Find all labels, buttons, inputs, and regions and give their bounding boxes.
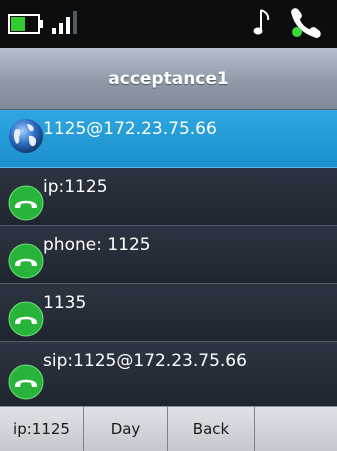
list-item[interactable]: 1135: [0, 284, 337, 342]
status-bar: [0, 0, 337, 48]
list-item[interactable]: phone: 1125: [0, 226, 337, 284]
handset-icon: [291, 8, 321, 38]
page-title: acceptance1: [108, 69, 229, 89]
music-note-icon: [253, 9, 270, 35]
list-item-label: 1135: [43, 293, 87, 313]
battery-icon: [8, 14, 43, 34]
list-item-label: 1125@172.23.75.66: [43, 119, 217, 139]
phone-handset-icon: [8, 185, 44, 221]
list-item-label: ip:1125: [43, 177, 108, 197]
phone-handset-icon: [8, 301, 44, 337]
softkey-bar: ip:1125 Day Back: [0, 406, 337, 451]
list-item[interactable]: 1125@172.23.75.66: [0, 110, 337, 168]
list-item-label: sip:1125@172.23.75.66: [43, 351, 247, 371]
phone-handset-icon: [8, 364, 44, 400]
phone-handset-icon: [8, 243, 44, 279]
softkey-back[interactable]: Back: [168, 407, 255, 451]
signal-icon: [52, 11, 77, 34]
softkey-empty[interactable]: [255, 407, 337, 451]
softkey-day[interactable]: Day: [84, 407, 168, 451]
contact-list: 1125@172.23.75.66 ip:1125 phone: 1125 11…: [0, 110, 337, 406]
list-item[interactable]: sip:1125@172.23.75.66: [0, 342, 337, 406]
list-item-label: phone: 1125: [43, 235, 151, 255]
phone-screen: acceptance1 1125@172.23.75.66 ip:1125 ph…: [0, 0, 337, 451]
title-bar: acceptance1: [0, 48, 337, 110]
list-item[interactable]: ip:1125: [0, 168, 337, 226]
globe-icon: [9, 119, 43, 153]
softkey-ip[interactable]: ip:1125: [0, 407, 84, 451]
